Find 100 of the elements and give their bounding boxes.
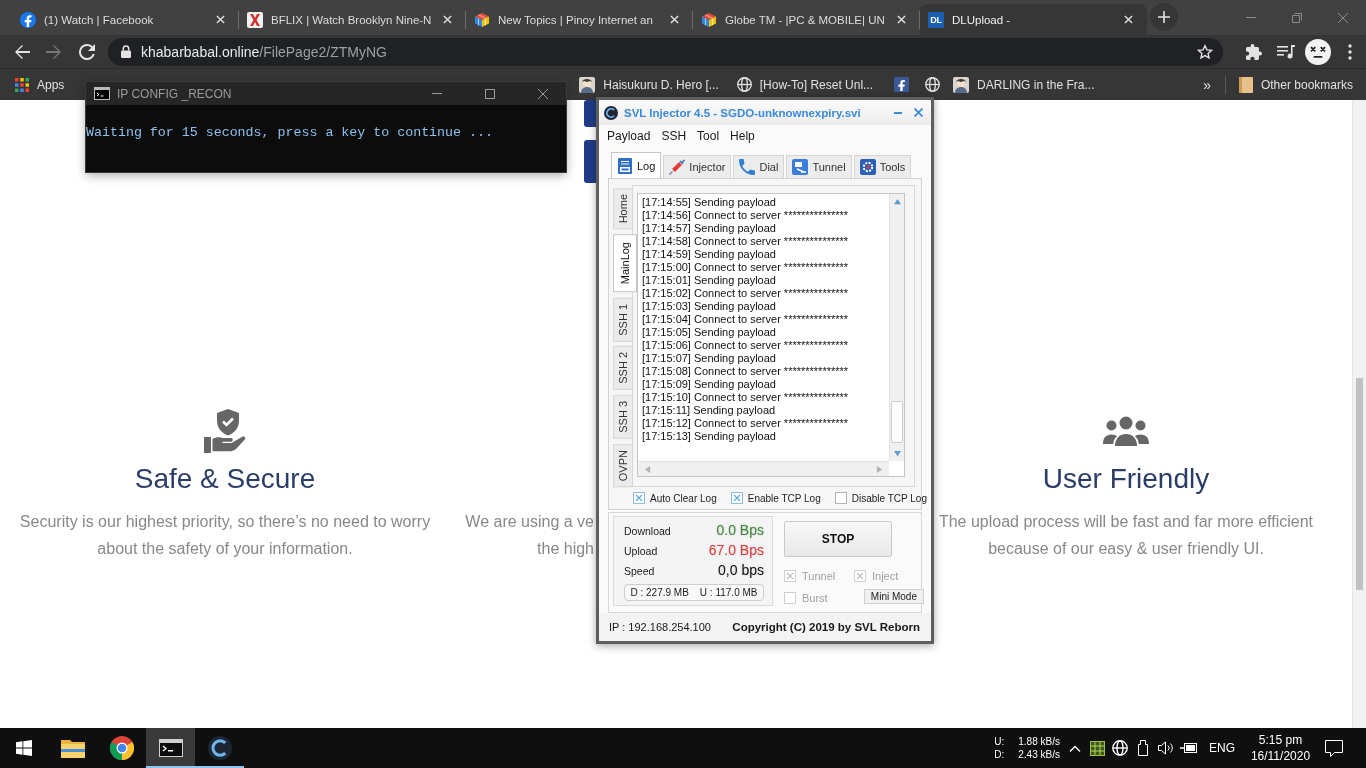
terminal-icon [158,739,183,757]
side-tab[interactable]: Home [613,188,633,230]
bookmark[interactable]: DARLING in the Fra... [948,71,1100,98]
minimize-icon[interactable] [894,111,902,114]
log-line: [17:15:13] Sending payload [642,430,777,443]
users-icon [1103,416,1149,446]
menu-item[interactable]: Payload [607,129,651,143]
feature-description: The upload process will be fast and far more efficient because of our easy & user friendly UI. [938,512,1314,559]
side-tab[interactable]: SSH 3 [613,395,633,439]
side-tab[interactable]: OVPN [613,443,633,488]
browser-tab[interactable]: (1) Watch | Facebook [12,4,239,35]
side-tab[interactable]: SSH 1 [613,297,633,342]
tab[interactable]: Dial [733,155,785,178]
ip-address: IP : 192.168.254.100 [609,620,711,633]
checkbox[interactable] [633,492,645,504]
app-logo-icon[interactable] [604,105,618,120]
scrollbar[interactable] [1352,100,1366,728]
checkbox-label[interactable]: Auto Clear Log [650,492,717,504]
side-tab[interactable]: MainLog [613,234,637,293]
playlist-icon[interactable] [1277,44,1295,59]
plus-icon [1158,10,1170,23]
stop-button[interactable]: STOP [784,521,892,557]
battery-icon[interactable] [1180,743,1199,753]
browser-tab[interactable]: BFLIX | Watch Brooklyn Nine-N [239,4,466,35]
cube-icon [474,11,490,28]
log-line: [17:15:04] Connect to server *************** [642,313,850,326]
arrow-down-icon[interactable] [893,450,901,457]
usb-drive-icon[interactable] [1138,740,1149,756]
language-indicator[interactable]: ENG [1201,741,1243,755]
maximize-icon[interactable] [485,88,495,99]
speaker-icon[interactable] [1158,741,1175,755]
avatar-icon[interactable] [1305,38,1331,65]
tab[interactable]: Log [611,152,662,178]
log-line: [17:15:09] Sending payload [642,378,777,391]
checkbox-label[interactable]: Disable TCP Log [851,492,927,504]
browser-tab[interactable]: New Topics | Pinoy Internet an [466,4,693,35]
restore-icon[interactable] [1292,12,1302,23]
scrollbar[interactable] [889,194,904,461]
close-icon[interactable] [538,88,548,99]
folder-icon [60,738,85,758]
bookmark[interactable]: Apps [10,71,70,98]
thumbnail-icon [953,76,970,93]
clock[interactable]: 5:15 pm 16/11/2020 [1243,732,1318,764]
scrollbar-thumb[interactable] [891,401,903,443]
total-text: U : 117.0 MB [699,587,758,598]
log-line: [17:14:58] Connect to server *************** [642,235,850,248]
window-title: IP CONFIG _RECON [117,86,233,101]
checkbox-label[interactable]: Enable TCP Log [747,492,821,504]
puzzle-icon[interactable] [1246,43,1262,60]
folder-icon [1238,76,1253,93]
arrow-up-icon[interactable] [893,198,901,205]
tab[interactable]: Tunnel [786,155,852,178]
taskbar-button[interactable] [146,728,195,768]
more-bookmarks-button[interactable]: » [1197,76,1217,93]
gear-icon [859,159,876,175]
scrollbar-thumb[interactable] [1356,378,1363,590]
reload-icon[interactable] [79,43,95,60]
menu-item[interactable]: Tool [697,129,720,143]
notification-icon[interactable] [1325,739,1343,757]
side-tab[interactable]: SSH 2 [613,346,633,391]
new-tab-button[interactable] [1150,2,1178,31]
chevron-up-icon[interactable] [1069,744,1081,752]
forward-icon[interactable] [46,43,62,60]
screen-icon [792,159,809,175]
facebook-icon[interactable] [894,77,910,92]
app-logo-icon[interactable] [207,736,232,760]
cube-icon [701,11,717,28]
stat-label: Speed [624,565,655,577]
tab[interactable]: Injector [663,155,732,178]
checkbox[interactable] [730,492,743,504]
windows-icon[interactable] [16,740,32,756]
total-text: D : 227.9 MB [630,587,689,598]
globe-icon[interactable] [736,77,752,92]
document-icon [617,157,633,174]
bookmark-folder[interactable]: Other bookmarks [1233,71,1358,98]
facebook-icon [20,11,36,28]
feature-description: Security is our highest priority, so there’s no need to worry about the safety of your information. [19,512,431,559]
mini-mode-button[interactable]: Mini Mode [863,589,924,604]
address-bar[interactable]: khabarbabal.online/FilePage2/ZTMyNG [108,37,1223,66]
feature-title: User Friendly [1042,462,1210,496]
log-line: [17:15:10] Connect to server *************** [642,391,850,404]
menu-item[interactable]: Help [730,129,755,143]
globe-icon[interactable] [925,77,941,92]
net-speed-value: 2.43 kB/s [1018,748,1060,761]
browser-tab[interactable]: Globe TM - |PC & MOBILE| UN [693,4,920,35]
thumbnail-icon [579,76,596,93]
grid-icon[interactable] [1090,740,1105,756]
browser-tab[interactable]: DL DLUpload - [920,4,1147,35]
syringe-icon [669,159,686,175]
bookmark[interactable]: Haisukuru D. Hero [... [574,71,724,98]
checkbox[interactable] [834,492,847,504]
net-speed-value: 1.88 kB/s [1018,735,1060,748]
log-line: [17:15:05] Sending payload [642,326,777,339]
bookmark[interactable]: [How-To] Reset Unl... [731,71,879,98]
star-icon[interactable] [1197,43,1213,60]
menu-item[interactable]: SSH [661,129,687,143]
tab[interactable]: Tools [853,155,912,178]
menu-icon[interactable] [1348,43,1352,60]
back-icon[interactable] [14,43,30,60]
cross-icon [247,11,263,28]
